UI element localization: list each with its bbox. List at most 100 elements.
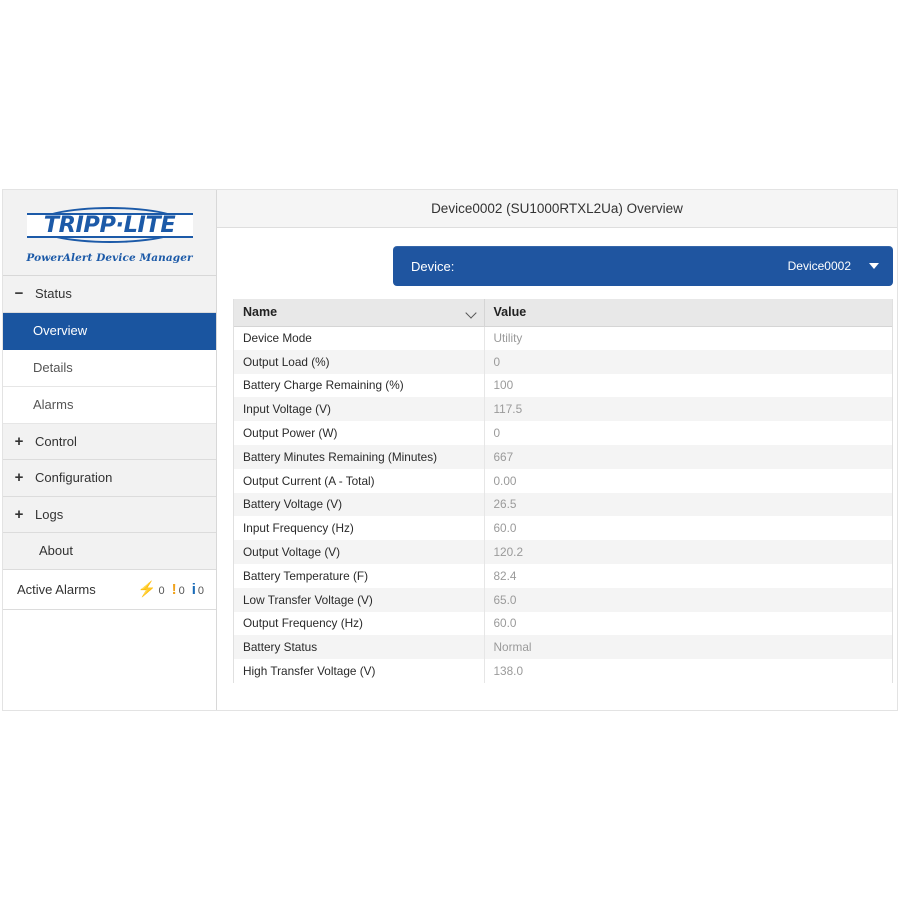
- cell-name: Battery Status: [234, 635, 485, 660]
- sidebar-item-overview[interactable]: Overview: [3, 312, 216, 350]
- cell-value: 0: [493, 354, 501, 369]
- cell-name: Input Frequency (Hz): [234, 516, 485, 541]
- product-subtitle: PowerAlert Device Manager: [26, 251, 193, 264]
- cell-value: 0.00: [493, 473, 517, 488]
- cell-name: Low Transfer Voltage (V): [234, 587, 485, 612]
- table-row[interactable]: Output Power (W) 0: [234, 421, 892, 445]
- table-row[interactable]: Battery Status Normal: [234, 635, 892, 660]
- page-title-bar: Device0002 (SU1000RTXL2Ua) Overview: [217, 190, 897, 228]
- cell-name: Input Voltage (V): [234, 397, 485, 422]
- alarm-counters: ⚡ 0 ! 0 i 0: [138, 582, 216, 597]
- status-table-wrapper: Name Value Device Mode Utility Output Load…: [233, 299, 893, 683]
- critical-alarm-icon: ⚡: [137, 580, 157, 598]
- cell-name: Output Current (A - Total): [234, 468, 485, 493]
- cell-value: 120.2: [493, 545, 524, 560]
- device-select-dropdown[interactable]: Device: Device0002: [393, 246, 893, 286]
- table-row[interactable]: Low Transfer Voltage (V) 65.0: [234, 587, 892, 612]
- active-alarms-row[interactable]: Active Alarms ⚡ 0 ! 0 i 0: [3, 569, 216, 610]
- cell-value: 667: [493, 449, 514, 464]
- sidebar-group-status[interactable]: − Status: [3, 276, 216, 313]
- cell-value: 82.4: [493, 568, 517, 583]
- power-alert-app: TRIPP·LITE PowerAlert Device Manager − S…: [3, 190, 897, 710]
- info-alarm-counter[interactable]: i 0: [192, 582, 204, 597]
- table-row[interactable]: Battery Voltage (V) 26.5: [234, 492, 892, 517]
- status-table: Name Value Device Mode Utility Output Load…: [234, 299, 892, 683]
- sidebar-group-control[interactable]: + Control: [3, 423, 216, 460]
- warning-alarm-counter[interactable]: ! 0: [172, 582, 185, 597]
- device-select-value: Device0002: [787, 259, 851, 273]
- cell-name: High Transfer Voltage (V): [234, 659, 485, 683]
- cell-name: Output Power (W): [234, 421, 485, 445]
- table-row[interactable]: Battery Temperature (F) 82.4: [234, 563, 892, 588]
- sidebar-group-configuration[interactable]: + Configuration: [3, 460, 216, 497]
- table-row[interactable]: Output Frequency (Hz) 60.0: [234, 611, 892, 636]
- sidebar-group-label: Status: [35, 286, 72, 302]
- column-header-value[interactable]: Value: [484, 299, 892, 327]
- cell-value: 60.0: [493, 521, 517, 536]
- critical-alarm-count: 0: [158, 584, 165, 597]
- cell-value: 138.0: [493, 664, 524, 679]
- table-row[interactable]: High Transfer Voltage (V) 138.0: [234, 659, 892, 683]
- cell-name: Device Mode: [234, 326, 485, 350]
- table-row[interactable]: Output Load (%) 0: [234, 349, 892, 374]
- device-selector-area: Device: Device0002: [217, 228, 897, 299]
- minus-icon[interactable]: −: [3, 286, 35, 301]
- table-body: Device Mode Utility Output Load (%) 0 Batter…: [234, 326, 892, 683]
- table-row[interactable]: Battery Charge Remaining (%) 100: [234, 373, 892, 398]
- active-alarms-label: Active Alarms: [17, 581, 96, 597]
- critical-alarm-counter[interactable]: ⚡ 0: [138, 582, 165, 597]
- cell-name: Output Frequency (Hz): [234, 611, 485, 636]
- sidebar-nav: − Status Overview Details Alarms + Contr…: [3, 276, 216, 610]
- cell-name: Output Load (%): [234, 349, 485, 374]
- column-header-name-label: Name: [243, 305, 278, 320]
- cell-name: Output Voltage (V): [234, 540, 485, 564]
- sidebar-item-details[interactable]: Details: [3, 349, 216, 387]
- cell-value: 65.0: [493, 592, 517, 607]
- table-row[interactable]: Input Frequency (Hz) 60.0: [234, 516, 892, 541]
- tripp-lite-logo-icon: TRIPP·LITE: [26, 204, 193, 248]
- cell-name: Battery Minutes Remaining (Minutes): [234, 444, 485, 469]
- brand-name: TRIPP·LITE: [43, 212, 176, 238]
- sidebar: TRIPP·LITE PowerAlert Device Manager − S…: [3, 190, 217, 710]
- table-row[interactable]: Output Voltage (V) 120.2: [234, 540, 892, 564]
- cell-value: 60.0: [493, 616, 517, 631]
- page-title: Device0002 (SU1000RTXL2Ua) Overview: [431, 201, 683, 216]
- column-header-name[interactable]: Name: [234, 299, 485, 327]
- cell-name: Battery Voltage (V): [234, 492, 485, 517]
- chevron-down-icon[interactable]: [464, 307, 477, 319]
- cell-value: 0: [493, 426, 501, 441]
- info-alarm-icon: i: [191, 580, 196, 598]
- table-row[interactable]: Device Mode Utility: [234, 326, 892, 350]
- table-head: Name Value: [234, 299, 892, 327]
- cell-value: Utility: [493, 331, 523, 346]
- sidebar-group-label: Logs: [35, 506, 64, 522]
- sidebar-group-label: About: [39, 543, 73, 559]
- cell-value: 100: [493, 378, 514, 393]
- warning-alarm-icon: !: [171, 580, 177, 598]
- column-header-value-label: Value: [493, 305, 527, 320]
- plus-icon[interactable]: +: [3, 507, 35, 522]
- table-header-row: Name Value: [234, 299, 892, 327]
- logo: TRIPP·LITE PowerAlert Device Manager: [3, 190, 216, 276]
- sidebar-item-alarms[interactable]: Alarms: [3, 386, 216, 424]
- table-row[interactable]: Input Voltage (V) 117.5: [234, 397, 892, 422]
- device-select-label: Device:: [411, 258, 455, 274]
- sidebar-item-label: Alarms: [33, 397, 74, 412]
- cell-value: 26.5: [493, 497, 517, 512]
- sidebar-group-logs[interactable]: + Logs: [3, 496, 216, 533]
- chevron-down-icon[interactable]: [869, 263, 879, 269]
- plus-icon[interactable]: +: [3, 470, 35, 485]
- sidebar-item-about[interactable]: About: [3, 533, 216, 570]
- main-content: Device0002 (SU1000RTXL2Ua) Overview Devi…: [217, 190, 897, 710]
- cell-value: Normal: [493, 640, 532, 655]
- sidebar-group-label: Control: [35, 433, 77, 449]
- plus-icon[interactable]: +: [3, 434, 35, 449]
- info-alarm-count: 0: [197, 584, 204, 597]
- table-row[interactable]: Output Current (A - Total) 0.00: [234, 468, 892, 493]
- sidebar-item-label: Overview: [33, 323, 88, 338]
- cell-name: Battery Charge Remaining (%): [234, 373, 485, 398]
- cell-name: Battery Temperature (F): [234, 563, 485, 588]
- sidebar-item-label: Details: [33, 360, 73, 375]
- table-row[interactable]: Battery Minutes Remaining (Minutes) 667: [234, 444, 892, 469]
- sidebar-group-label: Configuration: [35, 470, 113, 486]
